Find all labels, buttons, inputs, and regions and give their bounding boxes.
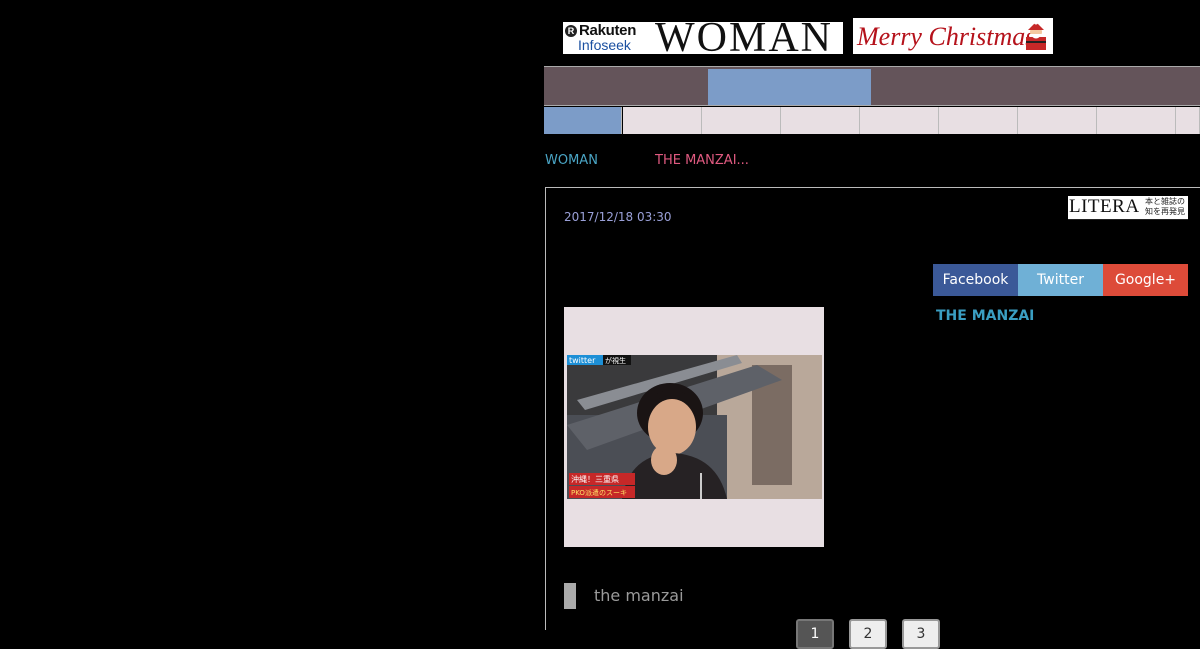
pagination-page-3[interactable]: 3 [902, 619, 940, 649]
article-photo-illustration: twitter が視生 沖縄！三重県 PKO派遣のスーキ [567, 355, 822, 499]
sub-nav-tab[interactable] [623, 107, 702, 134]
breadcrumb-current: THE MANZAI... [655, 153, 749, 168]
pagination-page-2[interactable]: 2 [849, 619, 887, 649]
twitter-share-button[interactable]: Twitter [1018, 264, 1103, 296]
woman-label: WOMAN [655, 22, 833, 54]
article-photo[interactable]: twitter が視生 沖縄！三重県 PKO派遣のスーキ [567, 355, 822, 499]
sub-nav-tab[interactable] [702, 107, 781, 134]
sub-nav-tab[interactable] [544, 107, 622, 134]
subheading-text: the manzai [594, 586, 684, 605]
litera-logo-text: LITERA [1069, 196, 1140, 217]
rakuten-woman-logo[interactable]: R Rakuten Infoseek WOMAN [563, 22, 843, 54]
sub-navigation [544, 107, 1200, 134]
santa-icon [1026, 21, 1046, 50]
sub-nav-tab[interactable] [1097, 107, 1176, 134]
rakuten-r-icon: R [565, 25, 577, 37]
facebook-share-button[interactable]: Facebook [933, 264, 1018, 296]
sub-nav-tab[interactable] [781, 107, 860, 134]
christmas-banner[interactable]: Merry Christmas [853, 18, 1053, 54]
top-navigation [544, 66, 1200, 106]
photo-twitter-badge: twitter [569, 356, 596, 365]
litera-tagline: 本と雑誌の知を再発見 [1145, 197, 1185, 216]
sub-nav-tab[interactable] [1018, 107, 1097, 134]
pagination-page-1[interactable]: 1 [796, 619, 834, 649]
article-date: 2017/12/18 03:30 [564, 210, 672, 224]
sub-nav-tab[interactable] [939, 107, 1018, 134]
subheading-bar [564, 583, 576, 609]
photo-badge-suffix: が視生 [605, 356, 626, 365]
photo-caption-line2: PKO派遣のスーキ [571, 488, 627, 497]
photo-caption-line1: 沖縄！三重県 [571, 474, 619, 484]
googleplus-share-button[interactable]: Google+ [1103, 264, 1188, 296]
infoseek-label: Infoseek [578, 37, 631, 53]
litera-logo[interactable]: LITERA 本と雑誌の知を再発見 [1068, 196, 1188, 220]
sub-nav-tab[interactable] [860, 107, 939, 134]
christmas-banner-text: Merry Christmas [857, 22, 1036, 51]
breadcrumb-home-link[interactable]: WOMAN [545, 153, 598, 168]
sub-nav-tab[interactable] [1176, 107, 1200, 134]
article-tag-link[interactable]: THE MANZAI [936, 308, 1034, 324]
top-nav-active-tab[interactable] [708, 69, 871, 105]
